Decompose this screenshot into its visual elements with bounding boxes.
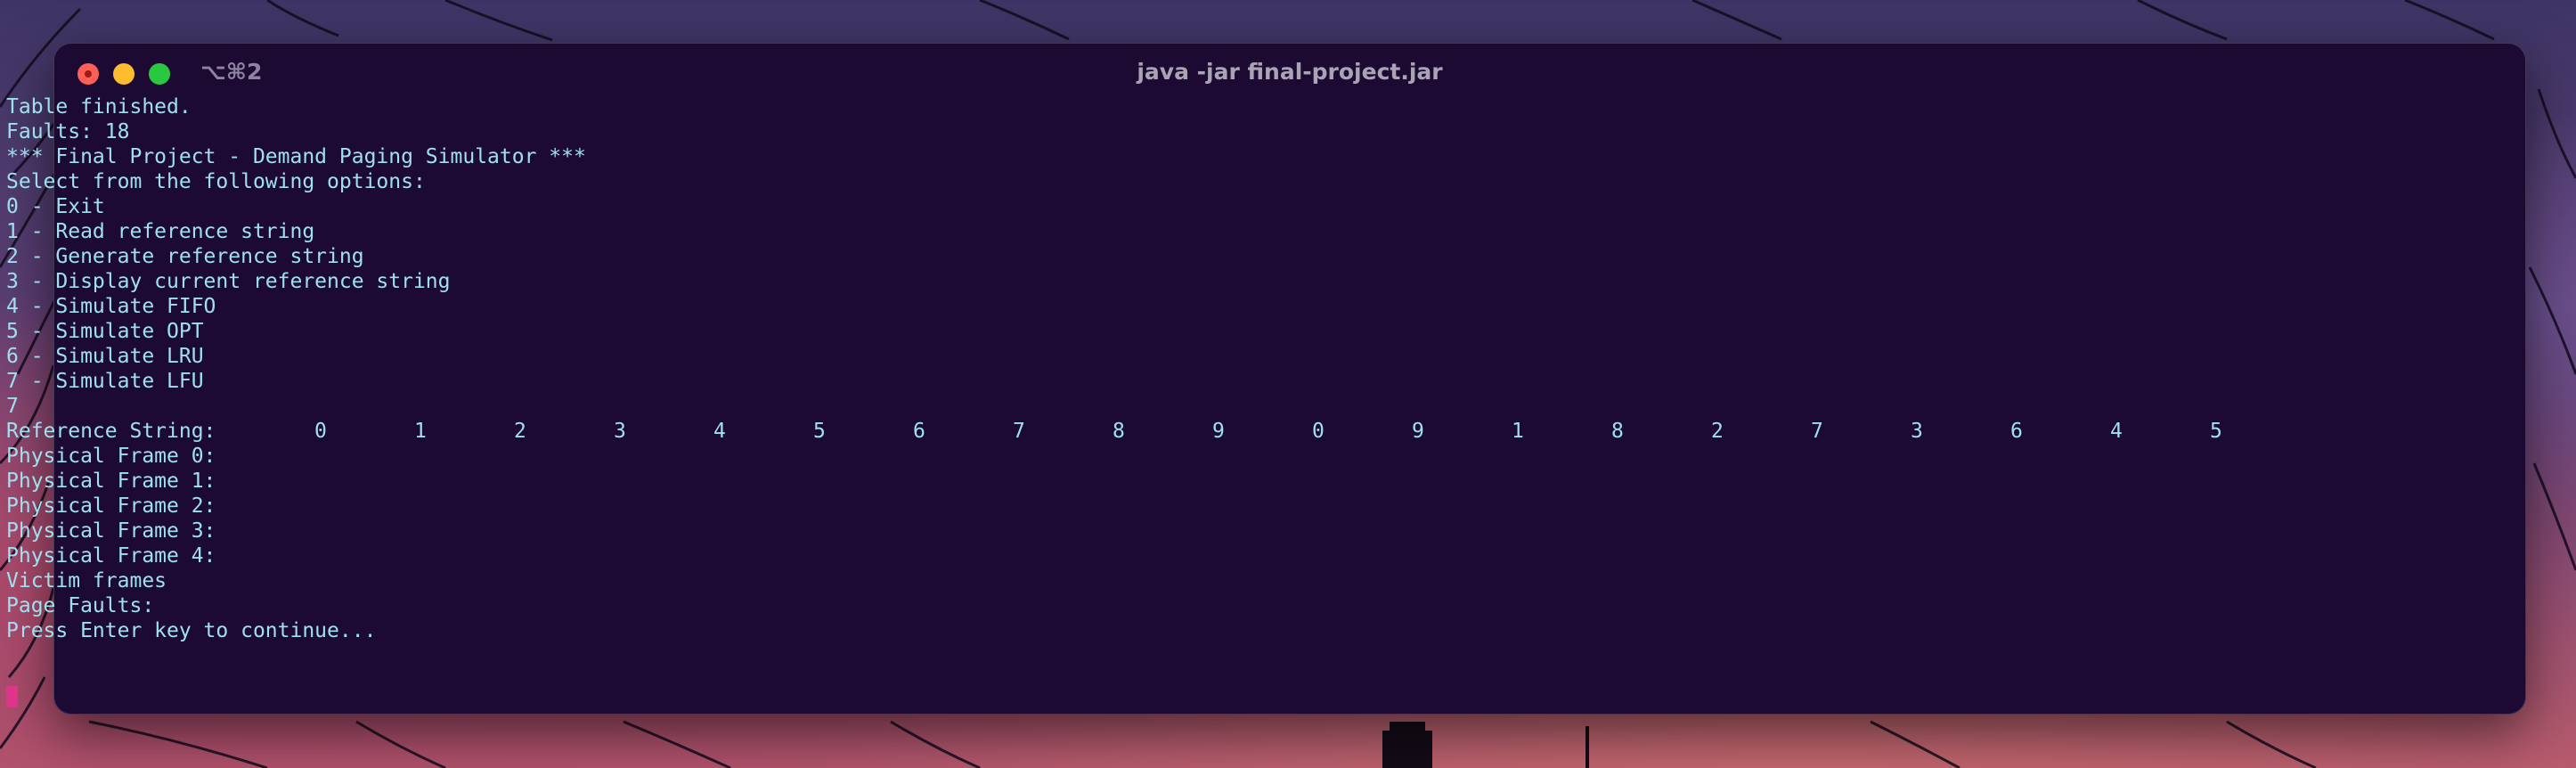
terminal-line: Physical Frame 1: xyxy=(6,470,216,493)
reference-string-values: 01234567890918273645 xyxy=(314,419,2310,444)
reference-value: 0 xyxy=(314,420,327,443)
terminal-line: 0 - Exit xyxy=(6,195,105,218)
reference-value: 8 xyxy=(1611,420,1624,443)
reference-value: 1 xyxy=(414,420,427,443)
reference-value: 5 xyxy=(813,420,826,443)
terminal-line: 7 xyxy=(6,395,19,418)
terminal-line: 6 - Simulate LRU xyxy=(6,345,204,368)
terminal-cursor xyxy=(6,686,18,707)
reference-string-label: Reference String: xyxy=(6,420,216,443)
reference-value: 9 xyxy=(1212,420,1225,443)
terminal-line: 5 - Simulate OPT xyxy=(6,320,204,343)
terminal-line: Press Enter key to continue... xyxy=(6,619,377,642)
reference-value: 6 xyxy=(2010,420,2023,443)
reference-value: 3 xyxy=(1911,420,1923,443)
reference-value: 1 xyxy=(1512,420,1524,443)
reference-value: 8 xyxy=(1113,420,1125,443)
terminal-line: Physical Frame 0: xyxy=(6,445,216,468)
reference-value: 3 xyxy=(614,420,626,443)
window-title: java -jar final-project.jar xyxy=(1137,59,1443,85)
reference-value: 2 xyxy=(1711,420,1724,443)
terminal-line: *** Final Project - Demand Paging Simula… xyxy=(6,145,586,168)
reference-value: 5 xyxy=(2210,420,2222,443)
terminal-line: Victim frames xyxy=(6,569,167,592)
terminal-line: Physical Frame 2: xyxy=(6,494,216,518)
reference-value: 7 xyxy=(1811,420,1823,443)
reference-value: 0 xyxy=(1312,420,1325,443)
terminal-output[interactable]: Table finished. Faults: 18 *** Final Proje… xyxy=(6,94,2310,643)
terminal-line: 2 - Generate reference string xyxy=(6,245,364,268)
reference-value: 7 xyxy=(1013,420,1025,443)
terminal-line: Select from the following options: xyxy=(6,170,426,193)
reference-value: 2 xyxy=(514,420,526,443)
terminal-line: 7 - Simulate LFU xyxy=(6,370,204,393)
reference-value: 6 xyxy=(913,420,925,443)
terminal-line: 3 - Display current reference string xyxy=(6,270,451,293)
terminal-line: 1 - Read reference string xyxy=(6,220,315,243)
reference-value: 4 xyxy=(713,420,726,443)
terminal-line: Physical Frame 4: xyxy=(6,544,216,568)
terminal-line: Table finished. xyxy=(6,95,192,118)
terminal-line: Faults: 18 xyxy=(6,120,130,143)
reference-string-row: Reference String: 01234567890918273645 xyxy=(6,419,2310,444)
terminal-line: 4 - Simulate FIFO xyxy=(6,295,216,318)
terminal-line: Page Faults: xyxy=(6,594,155,617)
reference-value: 9 xyxy=(1412,420,1424,443)
terminal-line: Physical Frame 3: xyxy=(6,519,216,543)
reference-value: 4 xyxy=(2110,420,2123,443)
